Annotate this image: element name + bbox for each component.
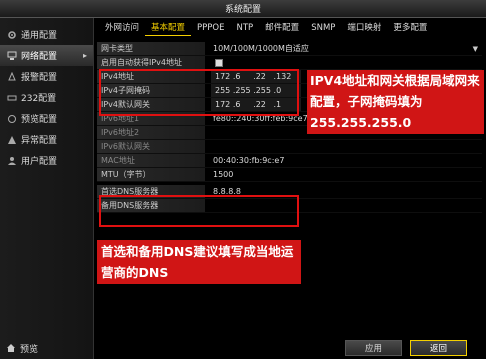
- warning-icon: [6, 134, 17, 145]
- ipv4-highlight-box: [99, 69, 299, 116]
- tab-external-access[interactable]: 外网访问: [99, 20, 145, 36]
- sidebar-item-label: 网络配置: [21, 52, 58, 62]
- tab-pppoe[interactable]: PPPOE: [191, 20, 230, 36]
- user-icon: [6, 155, 17, 166]
- sidebar-item-label: 报警配置: [21, 73, 58, 83]
- mtu-label: MTU（字节）: [97, 168, 205, 181]
- tab-ntp[interactable]: NTP: [230, 20, 259, 36]
- chevron-right-icon: ▸: [82, 51, 87, 60]
- sidebar-item-label: 异常配置: [21, 136, 58, 146]
- apply-button[interactable]: 应用: [345, 340, 402, 356]
- nic-type-row: 网卡类型 10M/100M/1000M自适应 ▼: [97, 42, 482, 56]
- mac-label: MAC地址: [97, 154, 205, 167]
- mtu-row: MTU（字节） 1500: [97, 168, 482, 182]
- sidebar-item-exception[interactable]: 异常配置: [0, 129, 93, 150]
- sidebar-item-network[interactable]: 网络配置 ▸: [0, 45, 93, 66]
- dhcp-checkbox[interactable]: [215, 58, 223, 67]
- preview-icon: [6, 113, 17, 124]
- sidebar: 通用配置 网络配置 ▸ 报警配置 232配置 预览配置 异常配置 用户配置 预览: [0, 18, 94, 359]
- home-icon: [6, 343, 16, 353]
- ipv6-gateway-row: IPv6默认网关: [97, 140, 482, 154]
- sidebar-item-232[interactable]: 232配置: [0, 87, 93, 108]
- tab-snmp[interactable]: SNMP: [305, 20, 341, 36]
- sidebar-item-preview[interactable]: 预览配置: [0, 108, 93, 129]
- preview-label: 预览: [20, 344, 39, 355]
- network-icon: [6, 50, 17, 61]
- preview-button[interactable]: 预览: [0, 337, 94, 359]
- nic-type-select[interactable]: 10M/100M/1000M自适应: [205, 43, 482, 54]
- nic-type-label: 网卡类型: [97, 42, 205, 55]
- dns-annotation: 首选和备用DNS建议填写成当地运营商的DNS: [97, 240, 301, 284]
- alarm-icon: [6, 71, 17, 82]
- dns-highlight-box: [99, 195, 299, 227]
- sidebar-item-user[interactable]: 用户配置: [0, 150, 93, 171]
- sidebar-item-label: 预览配置: [21, 115, 58, 125]
- mac-value: 00:40:30:fb:9c:e7: [213, 156, 285, 165]
- ipv6-address2-label: IPv6地址2: [97, 126, 205, 139]
- ip-annotation: IPV4地址和网关根据局域网来配置，子网掩码填为255.255.255.0: [307, 70, 484, 134]
- tab-port-mapping[interactable]: 端口映射: [341, 20, 387, 36]
- tab-email[interactable]: 邮件配置: [259, 20, 305, 36]
- window-title: 系统配置: [224, 5, 261, 15]
- sidebar-item-label: 232配置: [21, 94, 57, 104]
- window-title-bar: 系统配置: [0, 0, 486, 18]
- serial-icon: [6, 92, 17, 103]
- dhcp-row: 启用自动获得IPv4地址: [97, 56, 482, 70]
- sidebar-item-general[interactable]: 通用配置: [0, 24, 93, 45]
- sidebar-item-label: 用户配置: [21, 157, 58, 167]
- gear-icon: [6, 29, 17, 40]
- tab-bar: 外网访问 基本配置 PPPOE NTP 邮件配置 SNMP 端口映射 更多配置: [95, 20, 486, 36]
- chevron-down-icon: ▼: [472, 44, 478, 53]
- tab-basic-config[interactable]: 基本配置: [145, 20, 192, 36]
- back-button[interactable]: 返回: [410, 340, 467, 356]
- sidebar-item-alarm[interactable]: 报警配置: [0, 66, 93, 87]
- mac-row: MAC地址 00:40:30:fb:9c:e7: [97, 154, 482, 168]
- sidebar-item-label: 通用配置: [21, 31, 58, 41]
- tab-more-config[interactable]: 更多配置: [387, 20, 433, 36]
- mtu-input[interactable]: 1500: [205, 170, 482, 179]
- ipv6-gateway-label: IPv6默认网关: [97, 140, 205, 153]
- dhcp-label: 启用自动获得IPv4地址: [97, 56, 205, 69]
